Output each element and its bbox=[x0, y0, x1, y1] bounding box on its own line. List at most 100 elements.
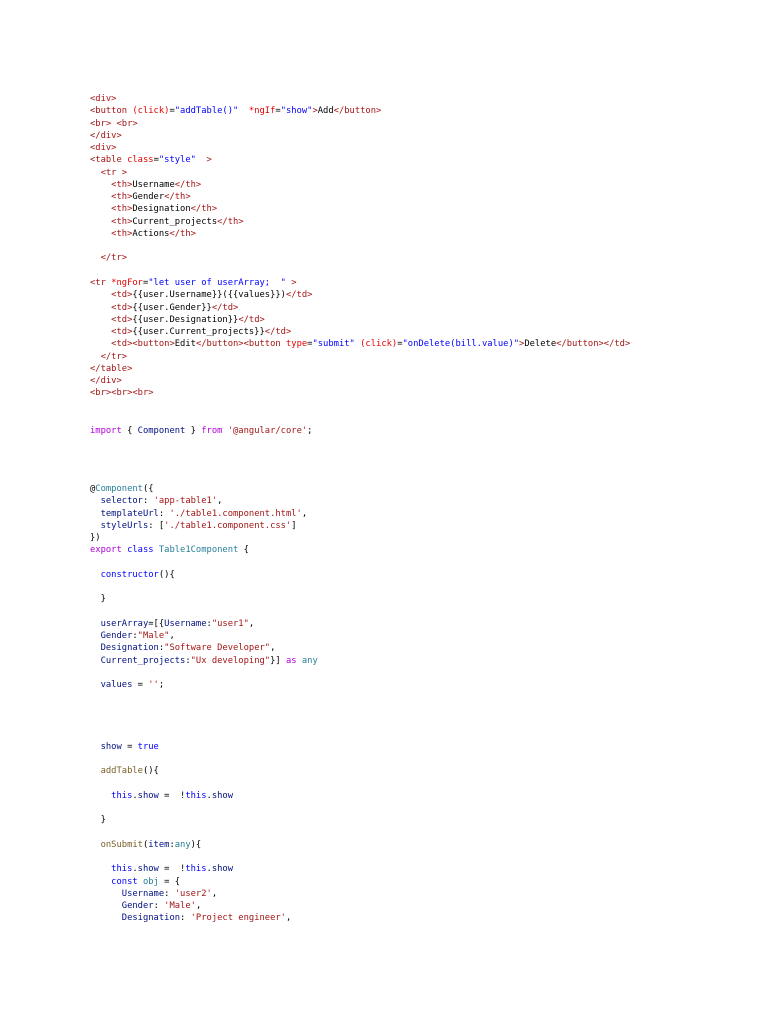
code-token: 'Project engineer' bbox=[190, 913, 286, 924]
code-token: *ngFor bbox=[111, 277, 143, 288]
code-token: "user1" bbox=[211, 618, 249, 629]
code-token: <td> bbox=[90, 290, 133, 301]
code-token: {{user.Gender}} bbox=[132, 302, 212, 313]
code-token: </tr> bbox=[90, 253, 128, 264]
code-line: <div> bbox=[90, 93, 630, 105]
code-token: any bbox=[301, 655, 318, 666]
code-token: Gender bbox=[90, 631, 133, 642]
code-token: , bbox=[248, 618, 255, 629]
code-token: "Male" bbox=[137, 631, 170, 642]
code-line: <tr > bbox=[90, 167, 630, 179]
code-token: : bbox=[153, 901, 165, 912]
code-token: (click) bbox=[360, 339, 398, 350]
code-token: : bbox=[180, 913, 191, 924]
code-token: any bbox=[174, 839, 191, 850]
code-token: Designation bbox=[90, 913, 181, 924]
code-token: </td> bbox=[211, 302, 239, 313]
code-line: </tr> bbox=[90, 351, 630, 363]
code-token: import bbox=[90, 426, 122, 436]
code-token: Current_projects bbox=[90, 655, 186, 666]
code-token: <td> bbox=[90, 302, 133, 313]
code-token: Designation bbox=[90, 643, 159, 654]
code-line: Designation:"Software Developer", bbox=[90, 642, 318, 654]
code-token: show bbox=[211, 790, 234, 801]
code-token: const bbox=[90, 876, 138, 887]
code-line: <td><button>Edit</button><button type="s… bbox=[90, 338, 630, 350]
code-token: Current_projects bbox=[132, 216, 218, 227]
code-token: <td><button> bbox=[90, 339, 175, 350]
code-line: constructor(){ bbox=[90, 569, 318, 581]
code-token: <br><br><br> bbox=[90, 388, 154, 399]
code-token: "addTable()" bbox=[174, 106, 239, 117]
code-token: '' bbox=[148, 680, 159, 691]
code-token: <th> bbox=[90, 204, 133, 215]
code-token: </div> bbox=[90, 376, 122, 387]
code-token: }) bbox=[90, 533, 101, 544]
code-token: </th> bbox=[190, 204, 218, 215]
code-token: <tr > bbox=[90, 167, 128, 178]
code-line: <tr *ngFor="let user of userArray; " > bbox=[90, 277, 630, 289]
code-token: Gender bbox=[90, 901, 154, 912]
code-token: </button> bbox=[333, 106, 382, 117]
code-line: values = ''; bbox=[90, 679, 318, 691]
code-line: <th>Actions</th> bbox=[90, 228, 630, 240]
code-token: this bbox=[90, 864, 133, 875]
code-line: </table> bbox=[90, 363, 630, 375]
code-token: =[{ bbox=[148, 618, 165, 629]
code-line: Username: 'user2', bbox=[90, 888, 318, 900]
code-line: </tr> bbox=[90, 252, 630, 264]
code-line: Gender:"Male", bbox=[90, 630, 318, 642]
code-token: <button bbox=[90, 106, 133, 117]
code-token: { bbox=[238, 545, 249, 556]
code-token: Component bbox=[95, 484, 143, 494]
code-token: "Software Developer" bbox=[164, 643, 271, 654]
code-token: <th> bbox=[90, 228, 133, 239]
code-token: item bbox=[148, 839, 170, 850]
code-token: show bbox=[137, 790, 159, 801]
code-token: (){ bbox=[142, 766, 159, 777]
code-line: onSubmit(item:any){ bbox=[90, 839, 318, 851]
code-token: 'user2' bbox=[174, 888, 212, 899]
code-token: onSubmit bbox=[90, 839, 143, 850]
code-token: Gender bbox=[132, 192, 165, 203]
code-token: "Ux developing" bbox=[190, 655, 271, 666]
code-token: = bbox=[132, 680, 149, 691]
code-token: </td> bbox=[264, 327, 292, 338]
code-token: </th> bbox=[217, 216, 244, 227]
code-token: './table1.component.html' bbox=[169, 508, 302, 519]
code-line: export class Table1Component { bbox=[90, 544, 318, 556]
code-token: <td> bbox=[90, 327, 133, 338]
code-token: </th> bbox=[174, 179, 202, 190]
code-token: , bbox=[285, 913, 292, 924]
code-token: 'Male' bbox=[164, 901, 196, 912]
code-token: this bbox=[185, 790, 207, 801]
code-token: true bbox=[137, 741, 159, 752]
code-line: Designation: 'Project engineer', bbox=[90, 912, 318, 924]
code-line: import { Component } from '@angular/core… bbox=[90, 425, 312, 437]
code-line: selector: 'app-table1', bbox=[90, 495, 318, 507]
code-token: <table bbox=[90, 155, 128, 166]
html-template-code: <div> <button (click)="addTable()" *ngIf=… bbox=[90, 93, 630, 400]
code-token: <div> bbox=[90, 143, 117, 154]
code-line: <th>Gender</th> bbox=[90, 191, 630, 203]
code-line: Current_projects:"Ux developing"}] as an… bbox=[90, 655, 318, 667]
code-line: <button (click)="addTable()" *ngIf="show… bbox=[90, 105, 630, 117]
code-token: '@angular/core' bbox=[227, 426, 308, 436]
code-line: } bbox=[90, 593, 318, 605]
code-line: <table class="style" > bbox=[90, 154, 630, 166]
code-line: userArray=[{Username:"user1", bbox=[90, 618, 318, 630]
code-token: <div> bbox=[90, 94, 117, 104]
code-token: </div> bbox=[90, 130, 122, 141]
code-line: const obj = { bbox=[90, 876, 318, 888]
code-line: styleUrls: ['./table1.component.css'] bbox=[90, 520, 318, 532]
code-token: Edit bbox=[174, 339, 196, 350]
code-token: Username bbox=[132, 179, 175, 190]
